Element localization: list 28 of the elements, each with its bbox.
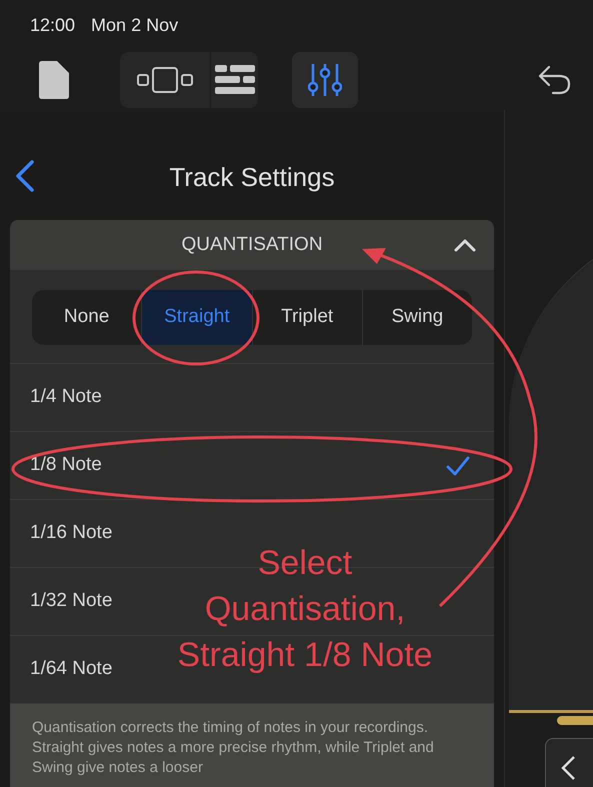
chevron-up-icon xyxy=(454,238,476,252)
segment-tab[interactable]: Swing xyxy=(362,290,472,345)
back-button[interactable] xyxy=(14,160,36,192)
chevron-left-icon xyxy=(14,160,36,192)
sliders-icon xyxy=(308,63,342,97)
section-header[interactable]: QUANTISATION xyxy=(10,220,494,270)
status-time: 12:00 xyxy=(30,14,76,36)
chevron-left-icon xyxy=(560,755,576,781)
toolbar-button[interactable] xyxy=(120,52,210,108)
segment-tab[interactable]: None xyxy=(32,290,142,345)
note-option[interactable]: 1/8 Note xyxy=(30,451,102,480)
status-date: Mon 2 Nov xyxy=(91,14,178,36)
pin-handle xyxy=(557,716,593,725)
toolbar-button[interactable] xyxy=(210,52,258,108)
note-option[interactable]: 1/64 Note xyxy=(30,655,112,684)
track-blocks-icon xyxy=(214,65,254,95)
note-option[interactable]: 1/32 Note xyxy=(30,587,112,616)
annotation-text: Select Quantisation, Straight 1/8 Note xyxy=(176,543,434,676)
segment-tab[interactable]: Triplet xyxy=(252,290,362,345)
panel-title: Track Settings xyxy=(169,160,335,194)
document-icon xyxy=(39,61,69,99)
segment-tab[interactable]: Straight xyxy=(141,290,252,345)
undo-icon xyxy=(537,65,571,95)
three-squares-icon xyxy=(137,67,193,93)
description-text: Quantisation corrects the timing of notes in your recordings. Straight gives notes a more precise rhythm, while Triplet and Swing give notes a looser xyxy=(32,718,435,778)
note-option[interactable]: 1/16 Note xyxy=(30,519,112,548)
note-option[interactable]: 1/4 Note xyxy=(30,383,102,412)
toolbar-button[interactable] xyxy=(292,52,358,108)
